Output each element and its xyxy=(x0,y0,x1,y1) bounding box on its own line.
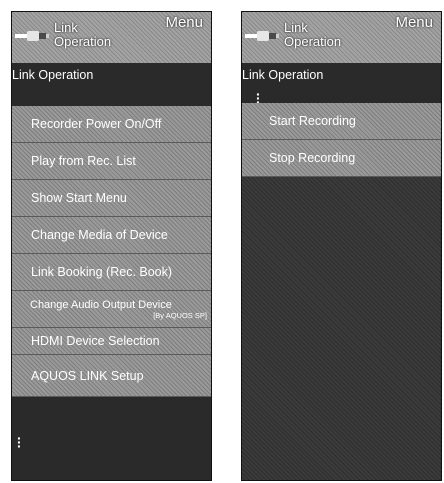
menu-item-start-recording[interactable]: Start Recording xyxy=(242,103,441,140)
menu-button[interactable]: Menu xyxy=(395,14,433,31)
panel-header: Link Operation Menu xyxy=(12,12,211,63)
page-subtitle: Link Operation xyxy=(12,63,211,106)
header-title-line2: Operation xyxy=(54,34,112,49)
menu-item-label: Change Audio Output Device xyxy=(30,298,172,311)
header-title-line1: Link xyxy=(54,20,78,35)
header-title: Link Operation xyxy=(284,21,341,49)
menu-item-play-from-rec-list[interactable]: Play from Rec. List xyxy=(12,143,211,180)
menu-item-recorder-power[interactable]: Recorder Power On/Off xyxy=(12,106,211,143)
panel-header: Link Operation Menu xyxy=(242,12,441,63)
empty-panel-area xyxy=(242,177,441,480)
menu-item-hdmi-device-selection[interactable]: HDMI Device Selection xyxy=(12,328,211,355)
link-operation-panel-left: Link Operation Menu Link Operation Recor… xyxy=(11,11,212,481)
menu-item-link-booking[interactable]: Link Booking (Rec. Book) xyxy=(12,254,211,291)
cable-connector-icon xyxy=(15,31,49,41)
menu-item-change-media[interactable]: Change Media of Device xyxy=(12,217,211,254)
cable-connector-icon xyxy=(245,31,279,41)
menu-list: Recorder Power On/Off Play from Rec. Lis… xyxy=(12,106,211,397)
menu-item-aquos-link-setup[interactable]: AQUOS LINK Setup xyxy=(12,355,211,397)
menu-list: Start Recording Stop Recording xyxy=(242,103,441,177)
menu-item-change-audio-output[interactable]: Change Audio Output Device [By AQUOS SP] xyxy=(12,291,211,328)
menu-item-stop-recording[interactable]: Stop Recording xyxy=(242,140,441,177)
header-title-line2: Operation xyxy=(284,34,342,49)
header-title-line1: Link xyxy=(284,20,308,35)
menu-item-show-start-menu[interactable]: Show Start Menu xyxy=(12,180,211,217)
menu-item-note: [By AQUOS SP] xyxy=(153,310,207,320)
header-title: Link Operation xyxy=(54,21,111,49)
link-operation-panel-right: Link Operation Menu Link Operation · · · S… xyxy=(241,11,442,481)
menu-button[interactable]: Menu xyxy=(165,14,203,31)
vertical-ellipsis-icon: · · · xyxy=(17,430,22,454)
page-subtitle: Link Operation xyxy=(242,63,441,103)
